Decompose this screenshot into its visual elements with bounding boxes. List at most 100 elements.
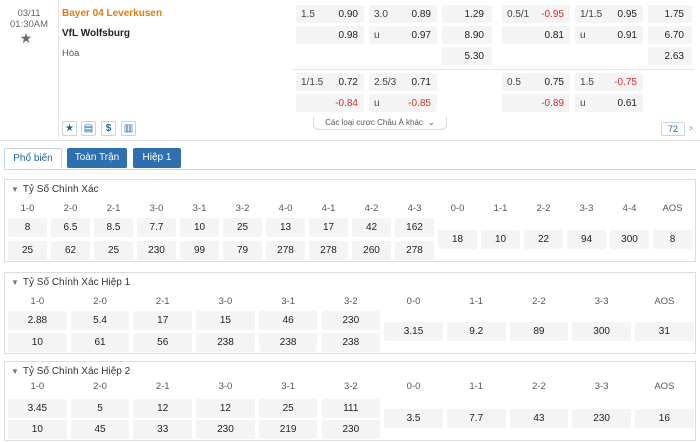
- odds-value: 1.75: [664, 9, 684, 20]
- tab-popular[interactable]: Phổ biến: [4, 148, 62, 170]
- score-odds-away[interactable]: 79: [223, 241, 262, 260]
- ft-handicap-home[interactable]: 1.5 0.90: [296, 5, 364, 23]
- score-odds-home[interactable]: 230: [321, 311, 381, 330]
- odds-value: 0.91: [617, 30, 637, 41]
- score-odds-away[interactable]: 230: [137, 241, 176, 260]
- ft-overunder-under[interactable]: u 0.97: [369, 26, 437, 44]
- score-odds-home[interactable]: 8.5: [94, 218, 133, 237]
- h1-overunder2-over[interactable]: 1.5 -0.75: [575, 73, 643, 91]
- score-odds-home[interactable]: 46: [258, 311, 318, 330]
- score-odds-away[interactable]: 230: [321, 420, 381, 439]
- stats-icon[interactable]: ▤: [81, 121, 96, 136]
- score-odds-home[interactable]: 12: [196, 399, 255, 418]
- score-odds-draw[interactable]: 94: [567, 230, 606, 249]
- ft-1x2-home[interactable]: 1.29: [442, 5, 492, 23]
- score-odds-home[interactable]: 25: [258, 399, 318, 418]
- h1-handicap-home[interactable]: 0.5/1 -0.95: [502, 5, 570, 23]
- score-odds-draw[interactable]: 3.5: [384, 409, 443, 428]
- score-odds-away[interactable]: 62: [51, 241, 90, 260]
- score-odds-away[interactable]: 278: [309, 241, 348, 260]
- score-odds-away[interactable]: 238: [321, 333, 381, 352]
- score-odds-home[interactable]: 42: [352, 218, 391, 237]
- ft-1x2-draw[interactable]: 5.30: [442, 47, 492, 65]
- h1-overunder-under[interactable]: u 0.91: [575, 26, 643, 44]
- score-odds-home[interactable]: 5: [70, 399, 130, 418]
- score-odds-away[interactable]: 278: [266, 241, 305, 260]
- score-odds-away[interactable]: 10: [8, 333, 67, 352]
- h1-handicap2-away[interactable]: -0.89: [502, 94, 570, 112]
- score-odds-home[interactable]: 17: [309, 218, 348, 237]
- ft-handicap2-home[interactable]: 1/1.5 0.72: [296, 73, 364, 91]
- ft-handicap-away[interactable]: 0.98: [296, 26, 364, 44]
- bet-count-badge[interactable]: 72: [661, 122, 685, 136]
- score-column-header: AOS: [654, 381, 675, 392]
- score-odds-away[interactable]: 238: [196, 333, 255, 352]
- score-odds-away[interactable]: 230: [196, 420, 255, 439]
- score-odds-home[interactable]: 10: [180, 218, 219, 237]
- h1-1x2-away[interactable]: 6.70: [648, 26, 692, 44]
- score-odds-draw[interactable]: 230: [572, 409, 631, 428]
- score-odds-home[interactable]: 17: [133, 311, 193, 330]
- ft-overunder2-over[interactable]: 2.5/3 0.71: [369, 73, 437, 91]
- dollar-icon[interactable]: $: [101, 121, 116, 136]
- score-odds-draw[interactable]: 18: [438, 230, 477, 249]
- score-odds-home[interactable]: 3.45: [8, 399, 67, 418]
- score-odds-away[interactable]: 33: [133, 420, 193, 439]
- score-odds-home[interactable]: 7.7: [137, 218, 176, 237]
- section-header[interactable]: ▼ Tỷ Số Chính Xác: [11, 184, 99, 195]
- score-odds-draw[interactable]: 10: [481, 230, 520, 249]
- score-odds-away[interactable]: 278: [395, 241, 434, 260]
- score-odds-home[interactable]: 5.4: [70, 311, 130, 330]
- score-odds-away[interactable]: 25: [94, 241, 133, 260]
- ft-overunder2-under[interactable]: u -0.85: [369, 94, 437, 112]
- h1-overunder-over[interactable]: 1/1.5 0.95: [575, 5, 643, 23]
- score-odds-home[interactable]: 111: [321, 399, 381, 418]
- ft-1x2-away[interactable]: 8.90: [442, 26, 492, 44]
- tab-full-time[interactable]: Toàn Trận: [67, 148, 127, 168]
- section-header[interactable]: ▼ Tỷ Số Chính Xác Hiệp 1: [11, 277, 130, 288]
- score-odds-away[interactable]: 10: [8, 420, 67, 439]
- score-column-header: 0-0: [406, 381, 421, 392]
- score-odds-away[interactable]: 260: [352, 241, 391, 260]
- ft-handicap2-away[interactable]: -0.84: [296, 94, 364, 112]
- score-odds-away[interactable]: 45: [70, 420, 130, 439]
- score-odds-draw[interactable]: 300: [572, 322, 631, 341]
- score-odds-home[interactable]: 25: [223, 218, 262, 237]
- star-icon[interactable]: ★: [62, 121, 77, 136]
- score-odds-home[interactable]: 15: [196, 311, 255, 330]
- score-odds-away[interactable]: 99: [180, 241, 219, 260]
- score-odds-home[interactable]: 2.88: [8, 311, 67, 330]
- score-odds-away[interactable]: 25: [8, 241, 47, 260]
- score-odds-draw[interactable]: 7.7: [446, 409, 506, 428]
- score-odds-home[interactable]: 162: [395, 218, 434, 237]
- score-odds-draw[interactable]: 16: [635, 409, 694, 428]
- score-odds-draw[interactable]: 9.2: [446, 322, 506, 341]
- score-odds-home[interactable]: 13: [266, 218, 305, 237]
- score-odds-home[interactable]: 8: [8, 218, 47, 237]
- score-odds-away[interactable]: 56: [133, 333, 193, 352]
- tab-first-half[interactable]: Hiệp 1: [133, 148, 181, 168]
- score-odds-home[interactable]: 6.5: [51, 218, 90, 237]
- score-odds-draw[interactable]: 300: [610, 230, 649, 249]
- score-odds-draw[interactable]: 31: [635, 322, 694, 341]
- h1-handicap2-home[interactable]: 0.5 0.75: [502, 73, 570, 91]
- h1-handicap-away[interactable]: 0.81: [502, 26, 570, 44]
- star-icon[interactable]: ★: [19, 31, 33, 45]
- h1-overunder2-under[interactable]: u 0.61: [575, 94, 643, 112]
- bar-chart-icon[interactable]: ▥: [121, 121, 136, 136]
- score-odds-away[interactable]: 219: [258, 420, 318, 439]
- score-odds-draw[interactable]: 89: [509, 322, 569, 341]
- more-asian-bets-button[interactable]: Các loại cược Châu Á khác ⌄: [313, 117, 447, 130]
- ft-overunder-over[interactable]: 3.0 0.89: [369, 5, 437, 23]
- chevron-right-icon[interactable]: >: [686, 122, 696, 136]
- h1-1x2-home[interactable]: 1.75: [648, 5, 692, 23]
- score-odds-draw[interactable]: 3.15: [384, 322, 443, 341]
- score-odds-draw[interactable]: 43: [509, 409, 569, 428]
- score-odds-draw[interactable]: 22: [524, 230, 563, 249]
- h1-1x2-draw[interactable]: 2.63: [648, 47, 692, 65]
- score-odds-away[interactable]: 61: [70, 333, 130, 352]
- score-odds-draw[interactable]: 8: [653, 230, 692, 249]
- section-header[interactable]: ▼ Tỷ Số Chính Xác Hiệp 2: [11, 366, 130, 377]
- score-odds-home[interactable]: 12: [133, 399, 193, 418]
- score-odds-away[interactable]: 238: [258, 333, 318, 352]
